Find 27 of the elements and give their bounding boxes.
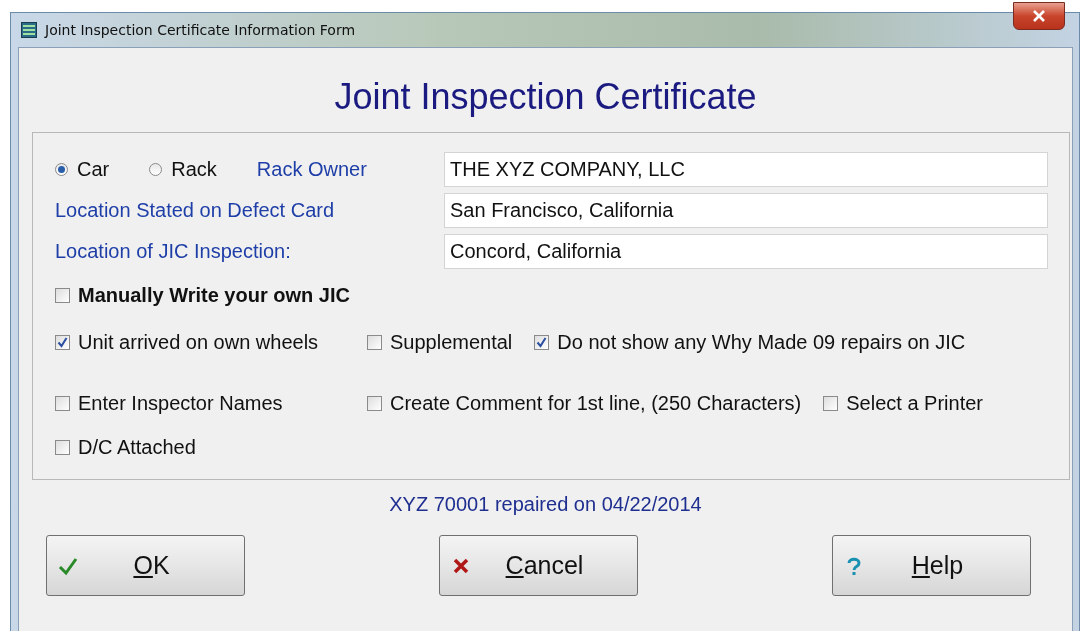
close-icon [1032, 10, 1046, 22]
field-label: Rack Owner [256, 158, 367, 181]
status-text: XYZ 70001 repaired on 04/22/2014 [389, 493, 702, 516]
checkbox[interactable]: D/C Attached [55, 436, 345, 459]
checkbox[interactable]: Enter Inspector Names [55, 392, 345, 415]
checkbox[interactable]: Unit arrived on own wheels [55, 331, 345, 354]
checkbox[interactable]: Select a Printer [823, 392, 983, 415]
checkmark-icon [57, 337, 68, 348]
dialog-button[interactable]: Help [832, 535, 1031, 596]
form-icon [21, 22, 37, 38]
form-heading: Joint Inspection Certificate [334, 76, 757, 118]
close-button[interactable] [1013, 2, 1065, 30]
text-field[interactable]: San Francisco, California [444, 193, 1048, 228]
dialog-button[interactable]: OK [46, 535, 245, 596]
field-label: Location Stated on Defect Card [55, 199, 335, 222]
text-field[interactable]: Concord, California [444, 234, 1048, 269]
checkbox[interactable]: Create Comment for 1st line, (250 Characters) [367, 392, 802, 415]
field-label: Location of JIC Inspection: [55, 240, 291, 263]
radio-button[interactable]: Rack [149, 158, 217, 181]
radio-button[interactable]: Car [55, 158, 110, 181]
checkbox[interactable]: Supplemental [367, 331, 513, 354]
checkbox[interactable]: Manually Write your own JIC [55, 284, 350, 307]
dialog-button[interactable]: Cancel [439, 535, 638, 596]
checkbox[interactable]: Do not show any Why Made 09 repairs on JIC [534, 331, 966, 354]
window-title: Joint Inspection Certificate Information Form [45, 22, 356, 38]
checkmark-icon [536, 337, 548, 348]
text-field[interactable]: THE XYZ COMPANY, LLC [444, 152, 1048, 187]
